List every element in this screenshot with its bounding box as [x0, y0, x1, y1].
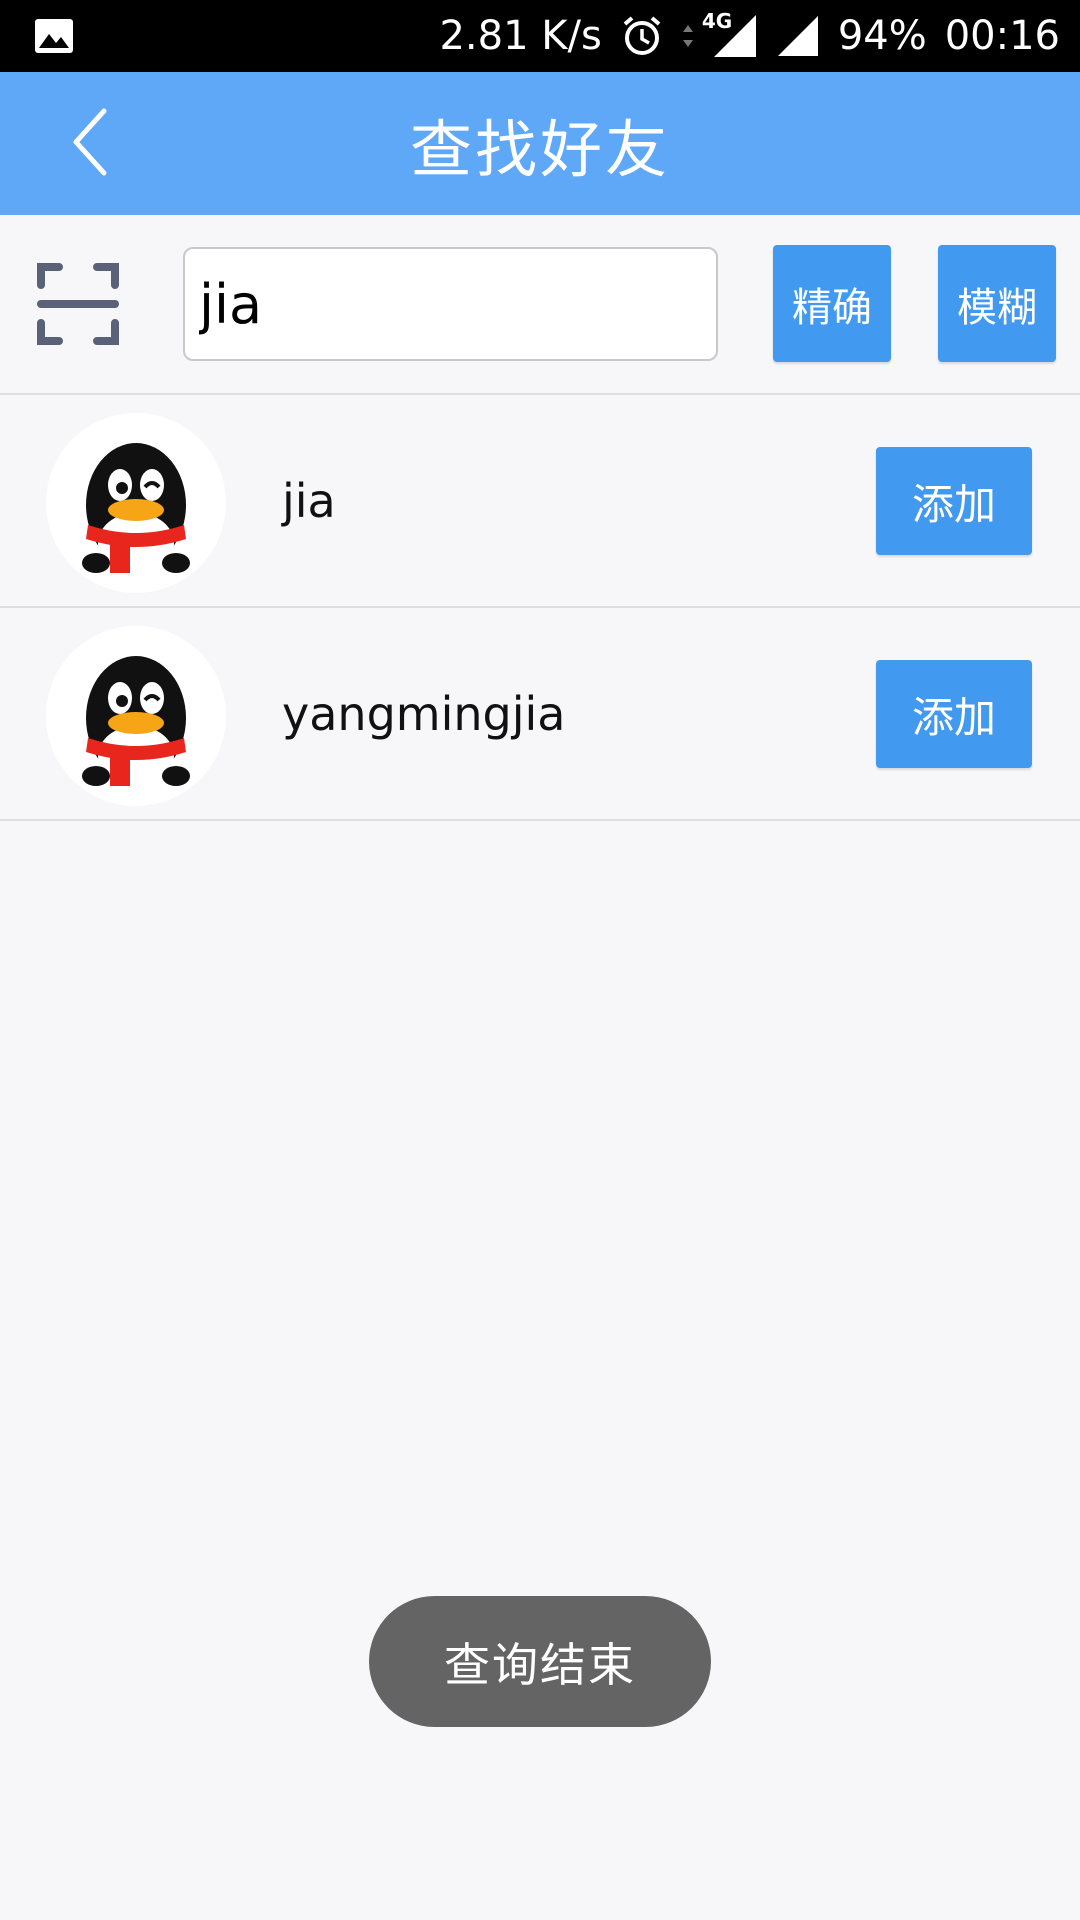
data-arrows-icon [682, 21, 694, 51]
battery-level: 94% [837, 13, 927, 59]
signal-icon [776, 14, 820, 58]
status-bar: 2.81 K/s 4G 94% 00:16 [0, 0, 1080, 72]
app-header: 查找好友 [0, 72, 1080, 215]
penguin-avatar-icon [46, 656, 226, 806]
user-name: yangmingjia [282, 686, 566, 741]
fuzzy-search-button[interactable]: 模糊 [938, 245, 1056, 362]
search-bar: 精确 模糊 [0, 215, 1080, 395]
avatar [46, 626, 226, 806]
result-list: jia 添加 yangmingjia 添加 [0, 395, 1080, 821]
page-title: 查找好友 [409, 112, 670, 186]
list-item: yangmingjia 添加 [0, 608, 1080, 821]
add-friend-button[interactable]: 添加 [876, 447, 1032, 555]
alarm-icon [620, 14, 664, 58]
add-friend-button[interactable]: 添加 [876, 660, 1032, 768]
toast-message: 查询结束 [369, 1596, 711, 1727]
scan-icon [28, 263, 121, 351]
clock: 00:16 [944, 13, 1060, 59]
search-input[interactable] [183, 247, 718, 361]
image-icon [34, 19, 74, 58]
user-name: jia [282, 473, 336, 528]
penguin-avatar-icon [46, 443, 226, 593]
signal-4g-icon: 4G [702, 9, 758, 59]
avatar [46, 413, 226, 593]
scan-button[interactable] [28, 263, 128, 365]
network-speed: 2.81 K/s [439, 13, 602, 59]
list-item: jia 添加 [0, 395, 1080, 608]
exact-search-button[interactable]: 精确 [773, 245, 891, 362]
